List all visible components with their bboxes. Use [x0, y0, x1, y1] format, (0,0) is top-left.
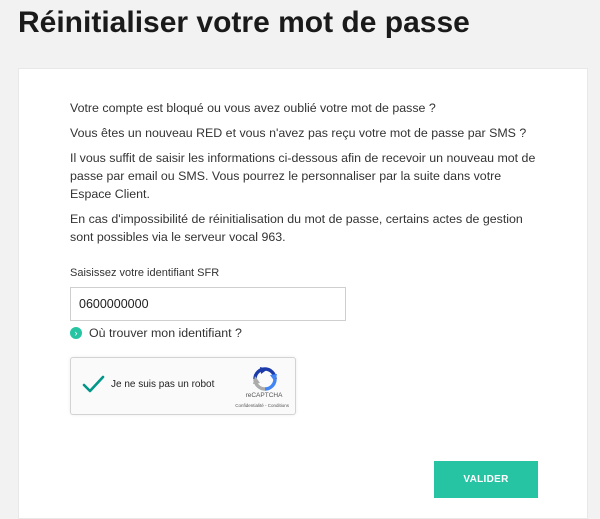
identifier-label: Saisissez votre identifiant SFR — [70, 267, 220, 279]
identifier-input[interactable] — [70, 287, 346, 321]
page-title: Réinitialiser votre mot de passe — [18, 6, 470, 39]
intro-paragraph-instructions: Il vous suffit de saisir les information… — [70, 151, 536, 201]
reset-password-card: Votre compte est bloqué ou vous avez oub… — [18, 68, 588, 519]
find-identifier-link[interactable]: › Où trouver mon identifiant ? — [70, 326, 242, 340]
recaptcha-brand: reCAPTCHA — [245, 392, 283, 399]
recaptcha-label: Je ne suis pas un robot — [111, 379, 215, 390]
recaptcha-logo-icon — [253, 367, 277, 391]
submit-button[interactable]: VALIDER — [434, 461, 538, 498]
intro-paragraph-blocked: Votre compte est bloqué ou vous avez oub… — [70, 101, 436, 115]
recaptcha-widget: Je ne suis pas un robot reCAPTCHA Confid… — [70, 357, 296, 415]
intro-text: Votre compte est bloqué ou vous avez oub… — [70, 99, 540, 253]
find-identifier-link-label: Où trouver mon identifiant ? — [89, 326, 242, 340]
recaptcha-checkmark-icon[interactable] — [81, 372, 105, 396]
chevron-right-icon: › — [70, 327, 82, 339]
recaptcha-privacy-terms[interactable]: Confidentialité - Conditions — [209, 403, 289, 408]
intro-paragraph-vocal-server: En cas d'impossibilité de réinitialisati… — [70, 212, 523, 244]
intro-paragraph-new-red: Vous êtes un nouveau RED et vous n'avez … — [70, 126, 527, 140]
